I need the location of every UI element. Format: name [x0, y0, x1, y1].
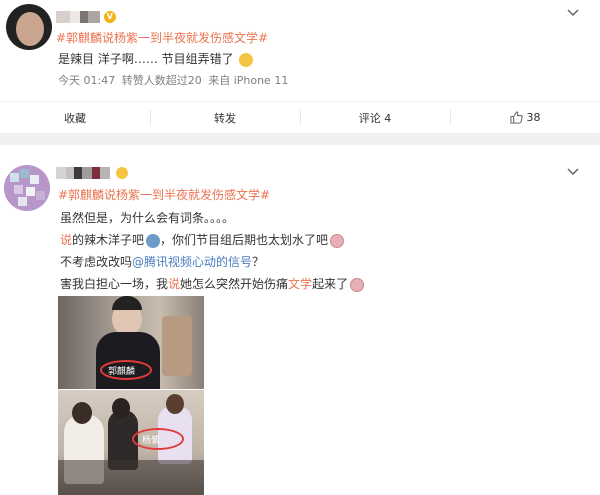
thumbs-up-icon: [509, 111, 523, 124]
avatar[interactable]: [4, 165, 50, 211]
post-meta: 今天 01:47 转赞人数超过20 来自 iPhone 11: [58, 72, 291, 88]
post-text-content: 起来了: [312, 277, 349, 291]
weibo-post-1: V #郭麒麟说杨紫一到半夜就发伤感文学# 是辣目 洋子啊…… 节目组弄错了 今天…: [0, 0, 600, 133]
username-blurred: [56, 166, 66, 179]
post-image-2[interactable]: 杨紫: [58, 390, 204, 495]
username[interactable]: [56, 165, 128, 181]
emoji-icon: [146, 233, 161, 248]
keyword-link[interactable]: 说: [60, 233, 72, 247]
post-text-line: 虽然但是，为什么会有词条。。。。: [60, 209, 234, 226]
mention-link[interactable]: @腾讯视频心动的信号: [132, 255, 252, 269]
post-text: 是辣目 洋子啊…… 节目组弄错了: [58, 50, 254, 67]
post-text-line: 说的辣木洋子吧 ，你们节目组后期也太划水了吧: [60, 231, 345, 248]
emoji-icon: [350, 277, 365, 292]
image-caption: 杨紫: [142, 436, 161, 446]
vip-badge-icon: V: [103, 10, 116, 23]
post-source: 来自 iPhone 11: [208, 74, 289, 87]
emoji-icon: [330, 233, 345, 248]
topic-hashtag[interactable]: #郭麒麟说杨紫一到半夜就发伤感文学#: [56, 29, 268, 46]
post-text-content: ，你们节目组后期也太划水了吧: [160, 233, 329, 247]
image-caption: 郭麒麟: [108, 367, 136, 377]
like-count: 38: [526, 111, 541, 124]
comment-label: 评论 4: [358, 111, 392, 125]
username-blurred: [66, 166, 74, 179]
username-blurred: [74, 166, 82, 179]
username-blurred: [92, 166, 100, 179]
username-blurred: [100, 166, 110, 179]
post-text-content: 害我白担心一场，我: [60, 277, 169, 291]
emoji-icon: [115, 166, 128, 179]
post-text-content: ？: [252, 255, 265, 269]
post-text-content: 虽然但是，为什么会有词条。。。。: [60, 211, 235, 225]
username-blurred: [70, 10, 80, 23]
username[interactable]: V: [56, 9, 120, 25]
username-blurred: [80, 10, 88, 23]
topic-hashtag[interactable]: #郭麒麟说杨紫一到半夜就发伤感文学#: [58, 186, 270, 203]
username-blurred: [82, 166, 92, 179]
keyword-link[interactable]: 文学: [288, 277, 312, 291]
post-text-content: 她怎么突然开始伤痛: [180, 277, 289, 291]
post-text-line: 害我白担心一场，我说她怎么突然开始伤痛文学起来了: [60, 275, 365, 292]
avatar[interactable]: [6, 4, 52, 50]
repost-label: 转发: [214, 111, 236, 125]
chevron-down-icon[interactable]: [566, 165, 580, 179]
post-text-line: 不考虑改改吗@腾讯视频心动的信号？: [60, 253, 264, 270]
post-text-content: 的辣木洋子吧: [72, 233, 145, 247]
repost-button[interactable]: 转发: [150, 102, 300, 133]
like-button[interactable]: 38: [450, 102, 600, 133]
favorite-button[interactable]: 收藏: [0, 102, 150, 133]
chevron-down-icon[interactable]: [566, 6, 580, 20]
favorite-label: 收藏: [64, 111, 86, 125]
comment-button[interactable]: 评论 4: [300, 102, 450, 133]
post-image-1[interactable]: 郭麒麟: [58, 296, 204, 389]
action-bar: 收藏 转发 评论 4 38: [0, 102, 600, 133]
post-text-content: 不考虑改改吗: [60, 255, 133, 269]
post-text-content: 是辣目 洋子啊…… 节目组弄错了: [58, 52, 234, 66]
keyword-link[interactable]: 说: [168, 277, 180, 291]
repost-stat: 转赞人数超过20: [121, 74, 202, 87]
username-blurred: [56, 10, 70, 23]
post-time[interactable]: 今天 01:47: [58, 74, 115, 87]
emoji-icon: [239, 52, 254, 67]
username-blurred: [88, 10, 100, 23]
